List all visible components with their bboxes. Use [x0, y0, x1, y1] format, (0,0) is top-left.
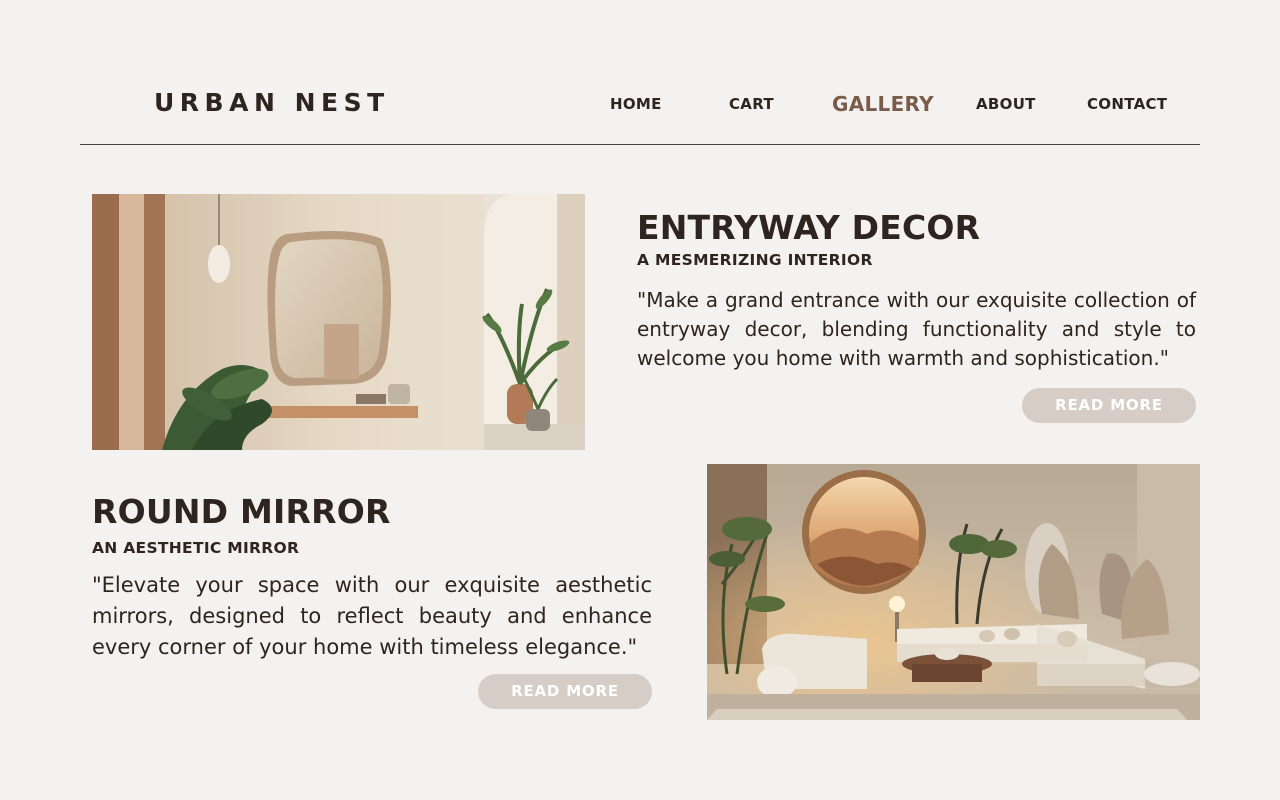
nav-home[interactable]: HOME [610, 95, 662, 113]
card-description: "Elevate your space with our exquisite a… [92, 573, 652, 659]
nav-contact[interactable]: CONTACT [1087, 95, 1167, 113]
header-divider [80, 144, 1200, 145]
nav-gallery[interactable]: GALLERY [832, 92, 934, 116]
nav-cart[interactable]: CART [729, 95, 774, 113]
read-more-button[interactable]: READ MORE [1022, 388, 1196, 423]
nav-about[interactable]: ABOUT [976, 95, 1036, 113]
round-mirror-photo [707, 464, 1200, 720]
brand-logo[interactable]: URBAN NEST [154, 88, 390, 117]
entryway-photo [92, 194, 585, 450]
read-more-button[interactable]: READ MORE [478, 674, 652, 709]
card-title: ENTRYWAY DECOR [637, 208, 981, 247]
card-subtitle: AN AESTHETIC MIRROR [92, 539, 300, 557]
card-subtitle: A MESMERIZING INTERIOR [637, 251, 873, 269]
card-title: ROUND MIRROR [92, 492, 391, 531]
card-description: "Make a grand entrance with our exquisit… [637, 288, 1196, 370]
